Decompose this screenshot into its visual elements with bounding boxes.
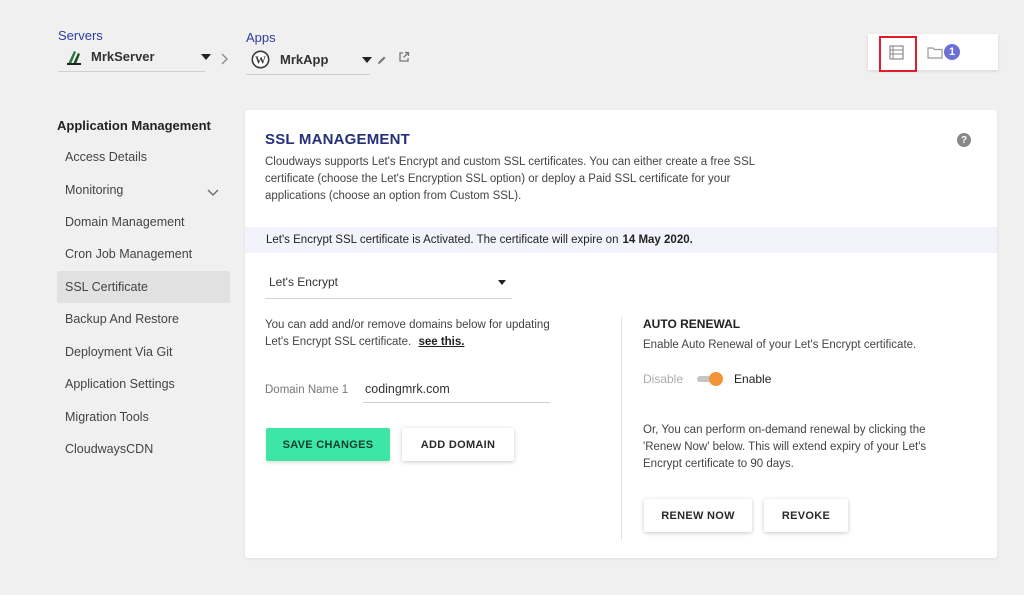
sidebar-item-label: Application Settings: [65, 377, 175, 391]
sidebar-item-label: Backup And Restore: [65, 312, 179, 326]
disable-label: Disable: [643, 372, 684, 386]
sidebar-item-backup-and-restore[interactable]: Backup And Restore: [57, 303, 230, 335]
domain-name-label: Domain Name 1: [265, 384, 349, 396]
notification-badge[interactable]: 1: [944, 44, 960, 60]
sidebar-item-cloudwayscdn[interactable]: CloudwaysCDN: [57, 433, 230, 465]
card-title: SSL MANAGEMENT: [265, 131, 411, 148]
domains-text: You can add and/or remove domains below …: [265, 319, 550, 348]
enable-label: Enable: [734, 372, 772, 386]
select-value: Let's Encrypt: [269, 275, 338, 289]
chevron-down-icon: [498, 279, 506, 285]
sidebar-item-label: Migration Tools: [65, 410, 149, 424]
sidebar-item-label: Deployment Via Git: [65, 345, 173, 359]
sidebar-item-migration-tools[interactable]: Migration Tools: [57, 401, 230, 433]
folder-icon[interactable]: [927, 46, 943, 64]
ssl-status-notice: Let's Encrypt SSL certificate is Activat…: [245, 227, 997, 253]
edit-icon[interactable]: [377, 52, 387, 70]
sidebar-title: Application Management: [57, 118, 211, 133]
sidebar-item-access-details[interactable]: Access Details: [57, 141, 230, 173]
servers-label: Servers: [58, 28, 103, 43]
sidebar-item-cron-job-management[interactable]: Cron Job Management: [57, 238, 230, 270]
toggle-knob: [709, 372, 724, 386]
save-changes-button[interactable]: SAVE CHANGES: [266, 428, 390, 461]
expiry-date: 14 May 2020.: [622, 234, 693, 246]
sidebar-item-domain-management[interactable]: Domain Management: [57, 206, 230, 238]
server-icon: [65, 48, 83, 66]
sidebar-item-label: Monitoring: [65, 183, 124, 197]
card-description: Cloudways supports Let's Encrypt and cus…: [265, 156, 755, 202]
sidebar-item-label: Access Details: [65, 150, 147, 164]
auto-renewal-toggle[interactable]: [697, 372, 724, 386]
wordpress-icon: W: [251, 50, 270, 69]
chevron-down-icon: [200, 53, 211, 60]
chevron-down-icon: [362, 56, 373, 63]
renew-now-button[interactable]: RENEW NOW: [644, 499, 752, 532]
sidebar-item-label: Cron Job Management: [65, 247, 193, 261]
sidebar-item-monitoring[interactable]: Monitoring: [57, 174, 230, 206]
server-selector[interactable]: Servers MrkServer: [58, 28, 211, 72]
sidebar-item-label: SSL Certificate: [65, 280, 148, 294]
ssl-management-card: SSL MANAGEMENT ? Cloudways supports Let'…: [245, 110, 997, 558]
sidebar-item-ssl-certificate[interactable]: SSL Certificate: [57, 271, 230, 303]
chevron-down-icon: [207, 186, 219, 200]
revoke-button[interactable]: REVOKE: [764, 499, 848, 532]
auto-renewal-title: AUTO RENEWAL: [643, 317, 741, 331]
divider: [621, 317, 622, 540]
sidebar-item-label: Domain Management: [65, 215, 185, 229]
server-name: MrkServer: [91, 49, 155, 64]
highlight-box: [879, 36, 917, 72]
svg-text:W: W: [255, 54, 266, 66]
domain-name-input[interactable]: [363, 376, 550, 403]
notice-text: Let's Encrypt SSL certificate is Activat…: [266, 234, 619, 246]
apps-label: Apps: [246, 30, 276, 45]
app-selector[interactable]: Apps W MrkApp: [246, 30, 373, 75]
ondemand-renewal-text: Or, You can perform on-demand renewal by…: [643, 424, 927, 470]
auto-renewal-description: Enable Auto Renewal of your Let's Encryp…: [643, 339, 917, 351]
ssl-type-select[interactable]: Let's Encrypt: [265, 266, 512, 299]
see-this-link[interactable]: see this.: [418, 336, 464, 348]
app-name: MrkApp: [280, 52, 329, 67]
sidebar-item-label: CloudwaysCDN: [65, 442, 154, 456]
domains-info: You can add and/or remove domains below …: [265, 317, 575, 351]
add-domain-button[interactable]: ADD DOMAIN: [402, 428, 514, 461]
auto-renewal-toggle-row: Disable Enable: [643, 372, 771, 386]
external-link-icon[interactable]: [398, 50, 410, 68]
sidebar-item-deployment-via-git[interactable]: Deployment Via Git: [57, 336, 230, 368]
help-icon[interactable]: ?: [957, 133, 971, 147]
chevron-right-icon: [221, 52, 229, 70]
sidebar-item-application-settings[interactable]: Application Settings: [57, 368, 230, 400]
